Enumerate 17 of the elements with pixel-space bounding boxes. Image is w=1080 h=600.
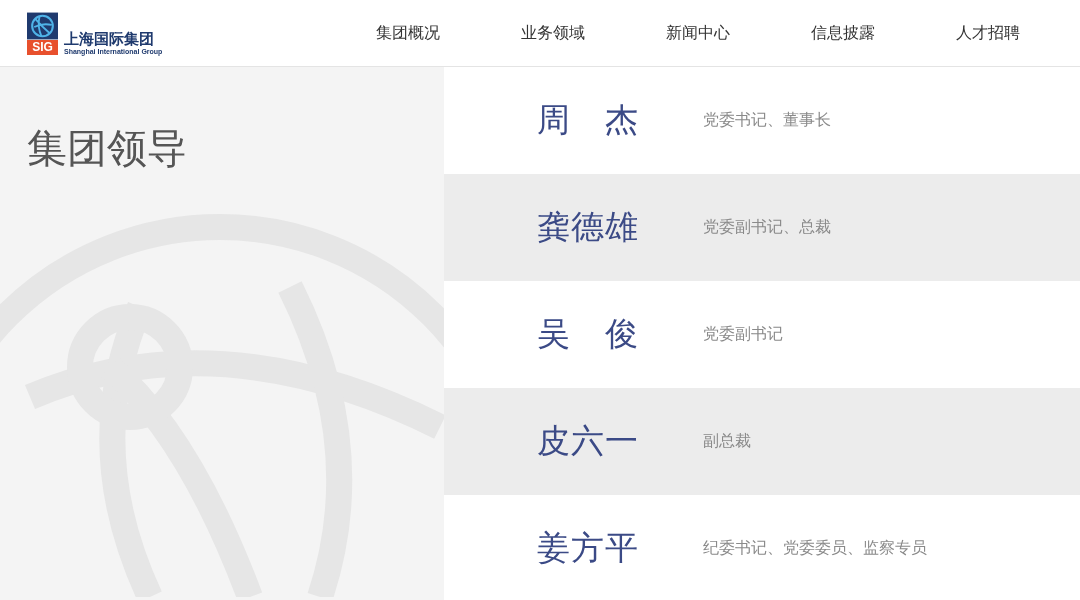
nav-link[interactable]: 新闻中心: [625, 22, 770, 44]
leader-name: 吴 俊: [537, 313, 640, 355]
nav-link[interactable]: 集团概况: [335, 22, 480, 44]
leader-name: 周 杰: [537, 99, 640, 141]
leader-name: 皮六一: [537, 420, 640, 462]
leader-position: 副总裁: [703, 431, 751, 452]
leader-position: 党委书记、董事长: [703, 110, 831, 131]
leader-position: 纪委书记、党委委员、监察专员: [703, 538, 927, 559]
company-name: 上海国际集团: [64, 30, 155, 48]
nav-link[interactable]: 业务领域: [480, 22, 625, 44]
leader-position: 党委副书记: [703, 324, 783, 345]
section-title: 集团领导: [27, 124, 188, 173]
leader-name: 姜方平: [537, 527, 640, 569]
nav-link[interactable]: 人才招聘: [915, 22, 1060, 44]
leader-position: 党委副书记、总裁: [703, 217, 831, 238]
nav-link[interactable]: 信息披露: [770, 22, 915, 44]
leader-name: 龚德雄: [537, 206, 640, 248]
